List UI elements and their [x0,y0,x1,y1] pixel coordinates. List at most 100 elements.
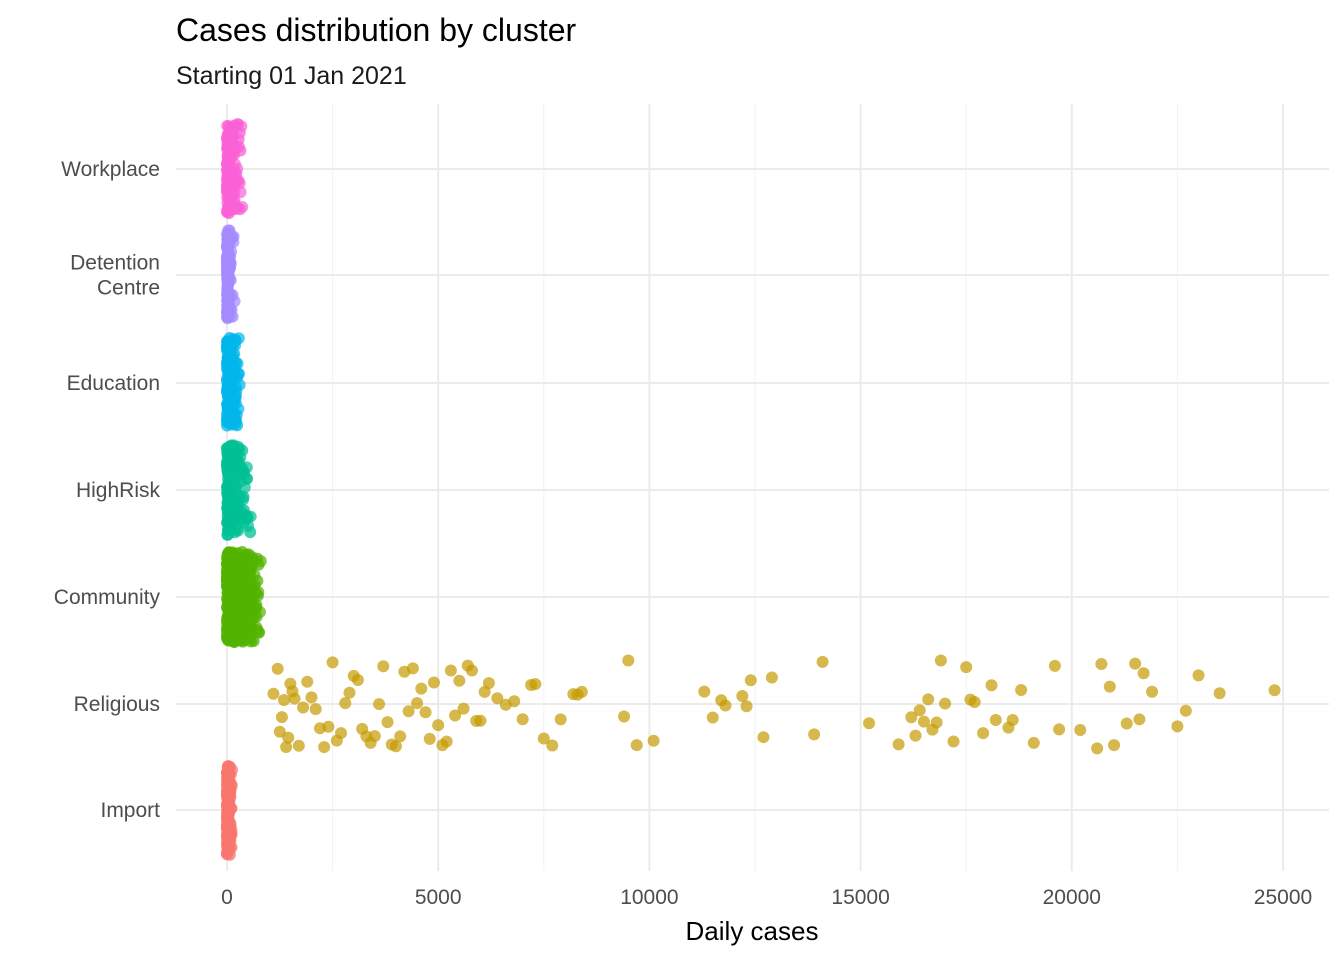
data-point [318,741,331,754]
data-point [968,696,981,709]
data-point [1120,717,1133,730]
data-point [960,661,973,674]
data-point [630,739,643,752]
series-import [221,760,239,861]
data-point [934,654,947,667]
data-point [228,187,241,200]
data-point [1015,684,1028,697]
data-point [930,716,943,729]
data-point [482,677,495,690]
data-point [267,687,280,700]
data-point [1192,669,1205,682]
chart-title: Cases distribution by cluster [176,12,577,48]
data-point [228,392,241,405]
data-point [922,693,935,706]
data-point [309,703,322,716]
x-tick-label: 15000 [831,886,889,909]
data-point [235,120,248,133]
data-point [744,674,757,687]
data-point [698,685,711,698]
data-point [529,678,542,691]
data-point [740,700,753,713]
data-point [229,158,242,171]
data-point [394,730,407,743]
data-point [1095,657,1108,670]
data-point [892,738,905,751]
data-point [343,686,356,699]
y-tick-label-line: Education [67,372,160,395]
data-point [508,695,521,708]
data-point [282,731,295,744]
series-community [221,546,267,648]
data-point [221,760,234,773]
x-tick-label: 20000 [1043,886,1101,909]
data-point [278,694,291,707]
y-tick-label: Community [54,586,161,609]
data-point [947,735,960,748]
data-point [909,729,922,742]
data-point [222,528,235,541]
data-point [757,731,770,744]
y-tick-label-line: Centre [97,277,160,300]
y-tick-label-line: Detention [70,252,160,275]
data-point [377,660,390,673]
data-point [419,706,432,719]
data-point [224,627,237,640]
data-point [1074,724,1087,737]
data-point [301,675,314,688]
data-point [618,710,631,723]
data-point [339,697,352,710]
data-point [326,656,339,669]
data-point [546,739,559,752]
chart-root: Cases distribution by cluster Starting 0… [0,0,1344,960]
data-point [1137,667,1150,680]
data-point [1129,657,1142,670]
data-point [229,380,242,393]
data-point [229,551,242,564]
data-point [913,704,926,717]
data-point [1146,685,1159,698]
data-point [221,288,234,301]
data-point [232,402,245,415]
data-point [237,493,250,506]
data-point [373,698,386,711]
data-point [222,783,235,796]
data-point [406,662,419,675]
data-point [229,339,242,352]
data-point [221,828,234,841]
data-point [415,682,428,695]
data-point [226,440,239,453]
data-point [224,817,237,830]
data-point [647,734,660,747]
data-point [222,140,235,153]
data-point [554,713,567,726]
y-tick-label: Education [67,372,160,395]
data-point [250,601,263,614]
data-point [335,727,348,740]
y-tick-label: Import [100,799,160,822]
data-point [719,699,732,712]
x-tick-label: 25000 [1254,886,1312,909]
data-point [444,664,457,677]
data-point [231,357,244,370]
data-point [1103,680,1116,693]
data-point [235,505,248,518]
data-point [305,691,318,704]
data-point [465,664,478,677]
data-point [863,717,876,730]
data-point [381,716,394,729]
data-point [238,481,251,494]
data-point [1027,736,1040,749]
y-tick-label-line: Import [100,799,160,822]
chart-subtitle: Starting 01 Jan 2021 [176,62,407,90]
data-point [221,257,234,270]
data-point [1091,742,1104,755]
data-point [1048,659,1061,672]
data-point [1053,723,1066,736]
data-point [230,202,243,215]
data-point [241,578,254,591]
data-point [1133,713,1146,726]
data-point [234,451,247,464]
data-point [1108,739,1121,752]
data-point [288,692,301,705]
